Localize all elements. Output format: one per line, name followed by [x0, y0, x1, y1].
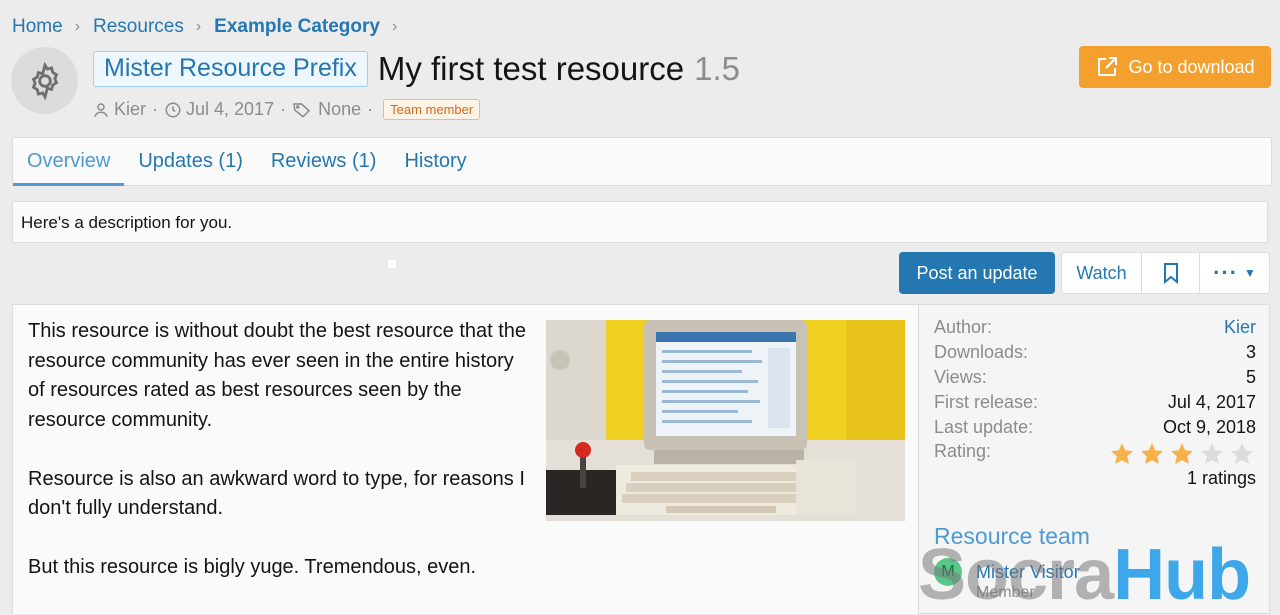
author-label: Author: — [934, 317, 993, 337]
resource-version: 1.5 — [694, 50, 740, 87]
tab-updates[interactable]: Updates (1) — [124, 138, 257, 185]
external-link-icon — [1098, 57, 1118, 76]
chevron-right-icon: › — [74, 18, 81, 35]
decorative-square — [388, 260, 396, 268]
star-filled-icon — [1140, 443, 1164, 464]
more-options-icon: ··· — [1213, 260, 1239, 285]
info-first-release: First release: Jul 4, 2017 — [934, 392, 1256, 413]
more-options-button[interactable]: ··· ▼ — [1199, 252, 1270, 294]
last-update-value: Oct 9, 2018 — [1162, 417, 1256, 437]
watch-button[interactable]: Watch — [1061, 252, 1142, 294]
last-update-label: Last update: — [934, 417, 1034, 437]
chevron-right-icon: › — [391, 18, 398, 35]
info-views: Views: 5 — [934, 367, 1256, 388]
author-value-link[interactable]: Kier — [1224, 317, 1256, 338]
star-empty-icon — [1200, 443, 1224, 464]
title-row: Mister Resource Prefix My first test res… — [93, 50, 740, 88]
download-label: Go to download — [1128, 56, 1255, 77]
tab-bar: Overview Updates (1) Reviews (1) History — [12, 137, 1272, 186]
views-value: 5 — [1245, 367, 1256, 387]
info-ratings-count: 1 ratings — [934, 468, 1256, 489]
first-release-label: First release: — [934, 392, 1039, 412]
breadcrumb-category[interactable]: Example Category — [214, 16, 380, 38]
chevron-down-icon: ▼ — [1244, 266, 1256, 280]
tag-icon — [293, 102, 311, 118]
gear-icon — [31, 61, 58, 100]
separator: · — [280, 99, 287, 119]
views-label: Views: — [934, 367, 987, 387]
date-link[interactable]: Jul 4, 2017 — [186, 99, 274, 120]
bookmark-button[interactable] — [1141, 252, 1200, 294]
body-paragraph: This resource is without doubt the best … — [28, 320, 527, 431]
info-downloads: Downloads: 3 — [934, 342, 1256, 363]
user-icon — [94, 102, 108, 117]
separator: · — [367, 99, 374, 119]
breadcrumb: Home › Resources › Example Category › — [12, 16, 410, 38]
bookmark-icon — [1163, 263, 1178, 284]
star-filled-icon — [1170, 443, 1194, 464]
tags-value: None — [318, 99, 362, 119]
retro-computer-image[interactable] — [546, 320, 905, 521]
body-paragraph: But this resource is bigly yuge. Tremend… — [28, 556, 477, 578]
chevron-right-icon: › — [195, 18, 202, 35]
rating-label: Rating: — [934, 441, 992, 461]
resource-prefix[interactable]: Mister Resource Prefix — [93, 51, 368, 87]
tab-history[interactable]: History — [390, 138, 480, 185]
separator: · — [152, 99, 159, 119]
author-link[interactable]: Kier — [114, 99, 146, 120]
resource-meta: Kier · Jul 4, 2017 · None · Team member — [92, 99, 481, 120]
body-text: This resource is without doubt the best … — [28, 317, 533, 612]
body-paragraph: Resource is also an awkward word to type… — [28, 467, 525, 520]
info-author: Author: Kier — [934, 317, 1256, 338]
downloads-label: Downloads: — [934, 342, 1029, 362]
rating-stars — [1108, 441, 1256, 467]
team-member-badge: Team member — [383, 99, 481, 120]
downloads-value: 3 — [1245, 342, 1256, 362]
resource-description: Here's a description for you. — [12, 201, 1268, 243]
socrahub-watermark: SocraHub — [918, 535, 1251, 615]
first-release-value: Jul 4, 2017 — [1167, 392, 1256, 412]
page-title: My first test resource — [377, 50, 685, 87]
breadcrumb-resources[interactable]: Resources — [93, 16, 184, 38]
ratings-count: 1 ratings — [1186, 468, 1256, 488]
breadcrumb-home[interactable]: Home — [12, 16, 63, 38]
clock-icon — [165, 102, 181, 117]
star-empty-icon — [1230, 443, 1254, 464]
watermark-part1: Socra — [918, 535, 1114, 615]
go-to-download-button[interactable]: Go to download — [1079, 46, 1271, 88]
tab-overview[interactable]: Overview — [13, 138, 125, 186]
resource-body: This resource is without doubt the best … — [12, 304, 919, 614]
star-filled-icon — [1110, 443, 1134, 464]
tab-reviews[interactable]: Reviews (1) — [257, 138, 391, 185]
info-last-update: Last update: Oct 9, 2018 — [934, 417, 1256, 438]
info-rating: Rating: — [934, 441, 1256, 467]
watermark-part2: Hub — [1113, 535, 1251, 615]
post-update-button[interactable]: Post an update — [899, 252, 1055, 294]
resource-icon — [11, 47, 78, 114]
